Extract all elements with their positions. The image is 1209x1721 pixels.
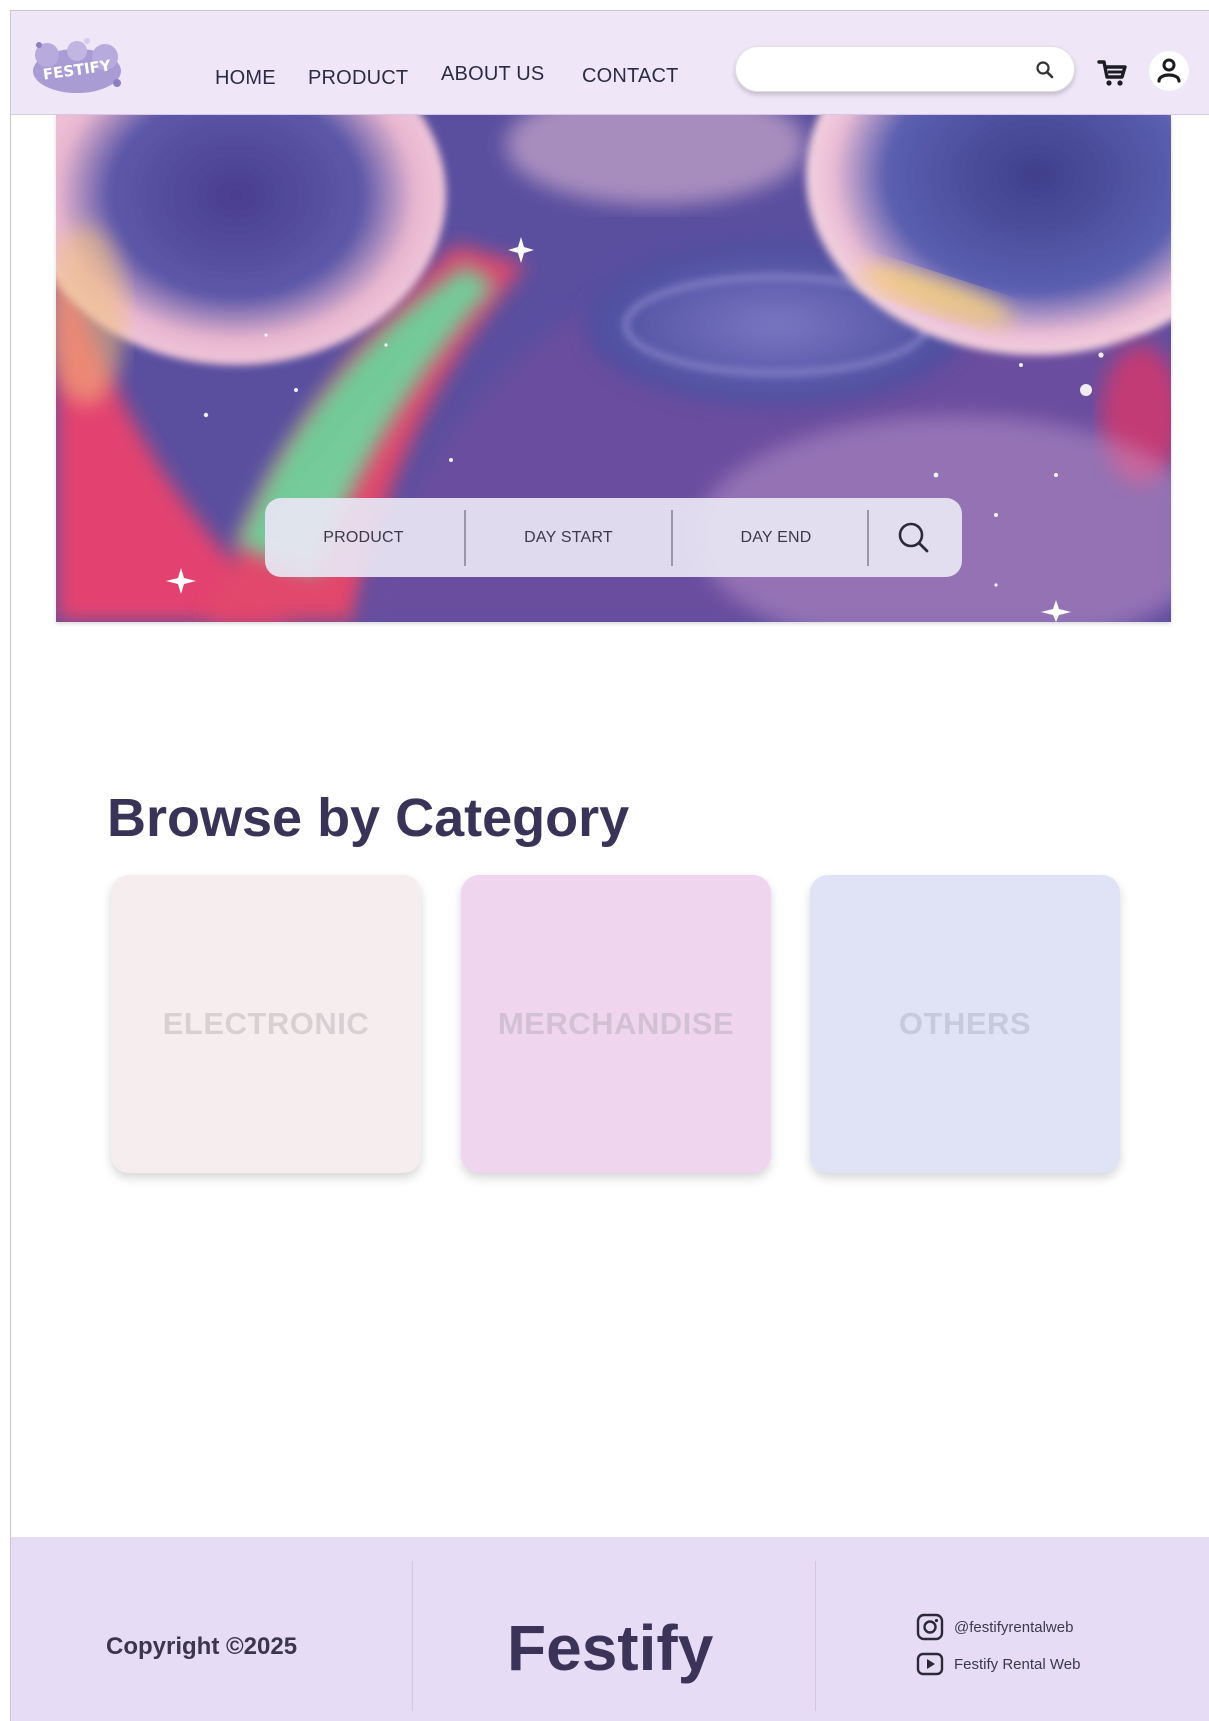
- footer-divider: [815, 1561, 816, 1711]
- hero-banner: PRODUCT DAY START DAY END: [56, 115, 1171, 622]
- youtube-link[interactable]: Festify Rental Web: [916, 1650, 1080, 1678]
- top-navbar: FESTIFY HOME PRODUCT ABOUT US CONTACT: [11, 11, 1209, 115]
- nav-product[interactable]: PRODUCT: [308, 67, 408, 90]
- nav-contact[interactable]: CONTACT: [582, 65, 679, 88]
- instagram-handle: @festifyrentalweb: [954, 1618, 1074, 1636]
- page: FESTIFY HOME PRODUCT ABOUT US CONTACT PR…: [0, 0, 1209, 1721]
- nav-home[interactable]: HOME: [215, 67, 276, 90]
- day-end-label: DAY END: [740, 528, 812, 546]
- header-search[interactable]: [735, 46, 1075, 92]
- user-icon: [1157, 58, 1181, 83]
- product-field-label: PRODUCT: [323, 528, 404, 546]
- booking-search-icon[interactable]: [892, 516, 936, 560]
- product-field[interactable]: PRODUCT: [265, 498, 462, 577]
- footer-divider: [412, 1561, 413, 1711]
- section-title: Browse by Category: [107, 788, 630, 848]
- instagram-icon: [916, 1613, 944, 1641]
- day-start-field[interactable]: DAY START: [466, 498, 671, 577]
- youtube-icon: [916, 1652, 944, 1676]
- app-frame: FESTIFY HOME PRODUCT ABOUT US CONTACT PR…: [10, 10, 1209, 1721]
- category-label: ELECTRONIC: [162, 1006, 370, 1041]
- category-card-merchandise[interactable]: MERCHANDISE: [461, 875, 771, 1173]
- account-button[interactable]: [1149, 51, 1189, 91]
- footer-brand: Festify: [507, 1612, 714, 1684]
- category-card-others[interactable]: OTHERS: [810, 875, 1120, 1173]
- copyright-text: Copyright ©2025: [106, 1633, 298, 1660]
- youtube-channel: Festify Rental Web: [954, 1655, 1081, 1673]
- nav-about-us[interactable]: ABOUT US: [441, 63, 544, 86]
- day-end-field[interactable]: DAY END: [673, 498, 879, 577]
- category-card-electronic[interactable]: ELECTRONIC: [111, 875, 421, 1173]
- search-input[interactable]: [754, 57, 1014, 83]
- instagram-link[interactable]: @festifyrentalweb: [916, 1613, 1073, 1641]
- booking-search-bar: PRODUCT DAY START DAY END: [265, 498, 962, 577]
- category-label: OTHERS: [898, 1006, 1032, 1041]
- festify-logo[interactable]: FESTIFY: [27, 35, 129, 99]
- cart-icon[interactable]: [1096, 56, 1130, 90]
- category-label: MERCHANDISE: [497, 1006, 735, 1041]
- search-icon[interactable]: [1034, 59, 1056, 81]
- day-start-label: DAY START: [524, 528, 613, 546]
- booking-divider: [867, 510, 869, 566]
- footer: Copyright ©2025 Festify @festifyrentalwe…: [11, 1537, 1209, 1721]
